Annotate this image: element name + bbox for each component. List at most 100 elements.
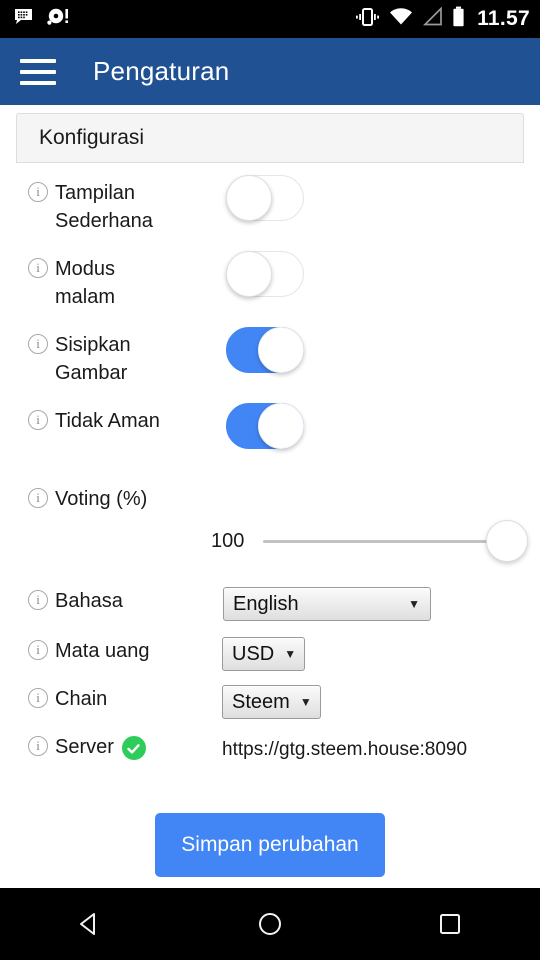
- setting-label: Chain: [55, 688, 108, 710]
- select-mata-uang-value: USD: [232, 642, 275, 665]
- setting-label: Modus malam: [55, 258, 116, 308]
- toggle-thumb: [258, 327, 304, 373]
- signal-empty-icon: [422, 6, 443, 31]
- hamburger-bar: [20, 69, 56, 74]
- row-control: [198, 327, 524, 373]
- slider-thumb[interactable]: [486, 520, 528, 562]
- setting-label: Bahasa: [55, 590, 123, 612]
- setting-row-tidak-aman: i Tidak Aman: [16, 403, 524, 467]
- chevron-down-icon: ▼: [408, 597, 420, 611]
- label-with-info: i Tidak Aman: [28, 407, 160, 435]
- green-check-icon: [121, 736, 146, 760]
- server-url-input[interactable]: https://gtg.steem.house:8090: [220, 733, 506, 767]
- toggle-tidak-aman[interactable]: [226, 403, 304, 449]
- voting-slider-value: 100: [211, 529, 245, 552]
- status-bar-notifications: [14, 8, 71, 31]
- panel-heading: Konfigurasi: [16, 113, 524, 163]
- setting-label: Sisipkan Gambar: [55, 334, 131, 384]
- select-chain-value: Steem: [232, 690, 290, 713]
- hamburger-menu-icon[interactable]: [20, 58, 56, 85]
- home-circle-icon[interactable]: [225, 888, 315, 960]
- row-control: English ▼: [198, 583, 524, 625]
- toggle-thumb: [258, 403, 304, 449]
- android-nav-bar: [0, 888, 540, 960]
- row-label: i Sisipkan Gambar: [28, 327, 198, 387]
- back-triangle-icon[interactable]: [45, 888, 135, 960]
- toggle-sisipkan-gambar[interactable]: [226, 327, 304, 373]
- recents-square-icon[interactable]: [405, 888, 495, 960]
- setting-row-mata-uang: i Mata uang USD ▼: [16, 633, 524, 681]
- row-label: i Bahasa: [28, 583, 198, 615]
- label-with-info: i Mata uang: [28, 637, 150, 665]
- save-button[interactable]: Simpan perubahan: [155, 813, 385, 877]
- battery-icon: [452, 6, 465, 32]
- wifi-full-icon: [389, 7, 413, 31]
- select-mata-uang[interactable]: USD ▼: [222, 637, 306, 671]
- setting-row-voting-label: i Voting (%): [16, 467, 524, 513]
- status-bar: 11.57: [0, 0, 540, 38]
- voting-slider[interactable]: [263, 520, 528, 562]
- info-icon[interactable]: i: [28, 410, 48, 430]
- info-icon[interactable]: i: [28, 688, 48, 708]
- setting-label: Tidak Aman: [55, 410, 160, 432]
- info-icon[interactable]: i: [28, 590, 48, 610]
- row-control: USD ▼: [198, 633, 524, 675]
- info-icon[interactable]: i: [28, 736, 48, 756]
- row-label: i Voting (%): [28, 481, 147, 513]
- hamburger-bar: [20, 58, 56, 63]
- setting-row-sisipkan-gambar: i Sisipkan Gambar: [16, 327, 524, 403]
- row-control: Steem ▼: [198, 681, 524, 723]
- bbm-chat-icon: [14, 8, 35, 31]
- chevron-down-icon: ▼: [299, 695, 312, 709]
- app-bar: Pengaturan: [0, 38, 540, 105]
- info-icon[interactable]: i: [28, 182, 48, 202]
- setting-row-tampilan-sederhana: i Tampilan Sederhana: [16, 175, 524, 251]
- row-label: i Tidak Aman: [28, 403, 198, 435]
- label-with-info: i Voting (%): [28, 485, 147, 513]
- info-icon[interactable]: i: [28, 640, 48, 660]
- setting-label: Voting (%): [55, 488, 148, 510]
- setting-row-modus-malam: i Modus malam: [16, 251, 524, 327]
- disc-alert-icon: [47, 8, 71, 31]
- chevron-down-icon: ▼: [284, 647, 297, 661]
- label-with-info: i Modus malam: [28, 255, 135, 311]
- label-with-info: i Sisipkan Gambar: [28, 331, 160, 387]
- info-icon[interactable]: i: [28, 488, 48, 508]
- select-bahasa-value: English: [233, 592, 299, 615]
- slider-track: [263, 540, 514, 543]
- setting-row-bahasa: i Bahasa English ▼: [16, 583, 524, 633]
- info-icon[interactable]: i: [28, 258, 48, 278]
- phone-screen: 11.57 Pengaturan Konfigurasi i Tampilan …: [0, 0, 540, 960]
- label-with-info: i Server: [28, 733, 146, 761]
- row-control: [198, 175, 524, 221]
- toggle-thumb: [226, 251, 272, 297]
- vibrate-icon: [355, 7, 380, 32]
- row-label: i Server: [28, 729, 198, 761]
- toggle-thumb: [226, 175, 272, 221]
- setting-row-server: i Server https://gtg.steem.house:8090: [16, 729, 524, 777]
- label-with-info: i Bahasa: [28, 587, 123, 615]
- panel-heading-title: Konfigurasi: [39, 126, 145, 149]
- toggle-tampilan-sederhana[interactable]: [226, 175, 304, 221]
- hamburger-bar: [20, 80, 56, 85]
- row-control: [198, 403, 524, 449]
- settings-content: Konfigurasi i Tampilan Sederhana i Modus…: [0, 105, 540, 888]
- setting-label: Mata uang: [55, 640, 150, 662]
- setting-label: Server: [55, 736, 114, 758]
- info-icon[interactable]: i: [28, 334, 48, 354]
- label-with-info: i Chain: [28, 685, 107, 713]
- row-label: i Chain: [28, 681, 198, 713]
- row-label: i Modus malam: [28, 251, 198, 311]
- setting-row-chain: i Chain Steem ▼: [16, 681, 524, 729]
- toggle-modus-malam[interactable]: [226, 251, 304, 297]
- label-with-info: i Tampilan Sederhana: [28, 179, 180, 235]
- voting-slider-row: 100: [16, 513, 528, 569]
- setting-label: Tampilan Sederhana: [55, 182, 153, 232]
- select-chain[interactable]: Steem ▼: [222, 685, 321, 719]
- select-bahasa[interactable]: English ▼: [223, 587, 431, 621]
- row-label: i Tampilan Sederhana: [28, 175, 198, 235]
- save-button-wrap: Simpan perubahan: [16, 813, 524, 877]
- row-label: i Mata uang: [28, 633, 198, 665]
- status-bar-clock: 11.57: [477, 7, 530, 30]
- page-title: Pengaturan: [93, 56, 230, 86]
